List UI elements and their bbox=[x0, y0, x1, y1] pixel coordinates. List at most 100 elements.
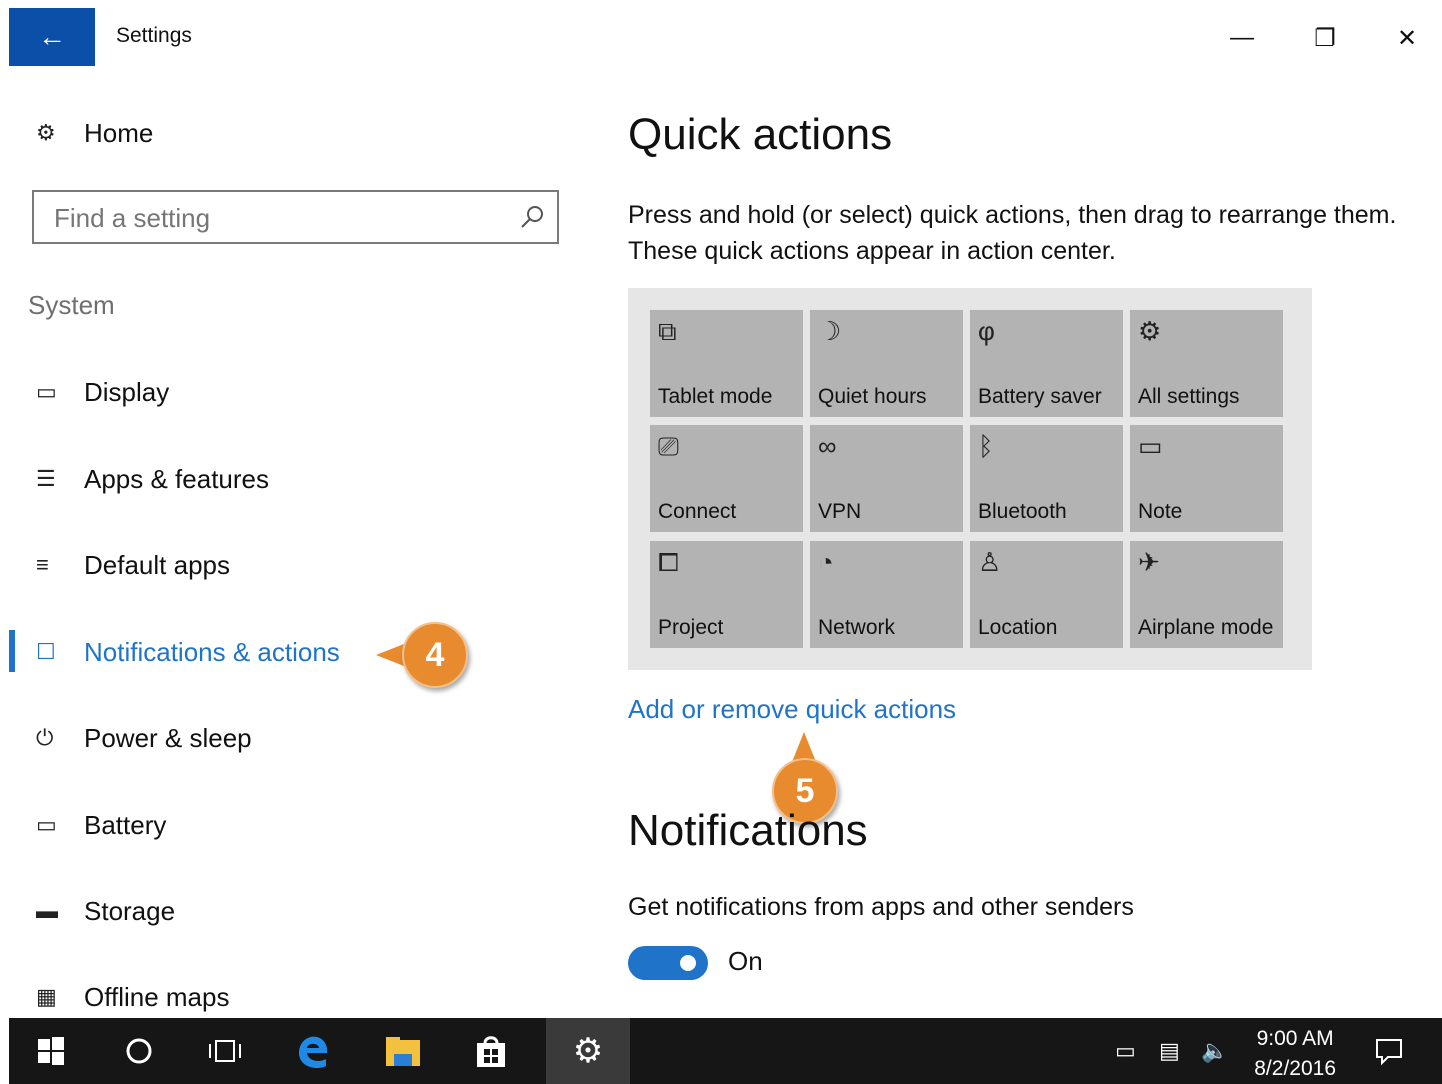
quick-action-tile[interactable]: ⧠ Project bbox=[650, 541, 803, 648]
search-input[interactable] bbox=[52, 200, 496, 236]
sidebar-item-label: Power & sleep bbox=[84, 722, 252, 753]
clock-time: 9:00 AM bbox=[1256, 1027, 1334, 1050]
list-icon: ☰ bbox=[36, 466, 56, 491]
location-icon: ♙ bbox=[978, 547, 1002, 577]
tile-label: Network bbox=[818, 616, 896, 639]
sidebar-item-default-apps[interactable]: ≡ Default apps bbox=[28, 540, 230, 590]
leaf-icon: φ bbox=[978, 316, 995, 346]
back-arrow-icon: ← bbox=[38, 21, 66, 52]
storage-icon: ▬ bbox=[36, 898, 58, 923]
close-icon: ✕ bbox=[1396, 24, 1418, 52]
gear-icon: ⚙ bbox=[1138, 316, 1162, 346]
restore-icon: ❐ bbox=[1314, 24, 1336, 52]
action-center-button[interactable] bbox=[1349, 1018, 1429, 1084]
bluetooth-icon: ᛒ bbox=[978, 431, 994, 461]
clock[interactable]: 9:00 AM 8/2/2016 bbox=[1254, 1024, 1336, 1084]
home-link[interactable]: ⚙ Home bbox=[28, 108, 153, 158]
store-button[interactable] bbox=[449, 1018, 533, 1084]
restore-button[interactable]: ❐ bbox=[1305, 20, 1345, 56]
sidebar-item-label: Storage bbox=[84, 895, 176, 926]
moon-icon: ☽ bbox=[818, 316, 842, 346]
windows-logo-icon bbox=[38, 1037, 64, 1065]
battery-icon: ▭ bbox=[36, 812, 57, 837]
close-button[interactable]: ✕ bbox=[1387, 20, 1427, 56]
section-label: System bbox=[28, 290, 115, 320]
battery-tray-icon[interactable]: ▭ bbox=[1115, 1038, 1136, 1064]
quick-actions-description: Press and hold (or select) quick actions… bbox=[628, 201, 1397, 265]
tile-label: All settings bbox=[1138, 385, 1240, 408]
quick-action-tile[interactable]: ◔ Network bbox=[810, 541, 963, 648]
notifications-description: Get notifications from apps and other se… bbox=[628, 893, 1134, 921]
network-tray-icon[interactable]: ▤ bbox=[1159, 1038, 1180, 1064]
sidebar-item-offline-maps[interactable]: ▦ Offline maps bbox=[28, 972, 229, 1022]
quick-action-tile[interactable]: ✈ Airplane mode bbox=[1130, 541, 1283, 648]
quick-action-tile[interactable]: ⎚ Connect bbox=[650, 425, 803, 532]
sidebar-item-notifications-actions[interactable]: ☐ Notifications & actions bbox=[28, 627, 340, 677]
sidebar-item-label: Display bbox=[84, 376, 170, 407]
quick-action-tile[interactable]: ⧉ Tablet mode bbox=[650, 310, 803, 417]
sidebar-item-label: Offline maps bbox=[84, 981, 230, 1012]
start-button[interactable] bbox=[9, 1018, 93, 1084]
minimize-button[interactable]: — bbox=[1222, 20, 1262, 56]
sidebar-item-storage[interactable]: ▬ Storage bbox=[28, 886, 175, 936]
note-icon: ▭ bbox=[1138, 431, 1163, 461]
edge-icon bbox=[299, 1036, 328, 1069]
toggle-knob bbox=[680, 955, 696, 971]
sidebar-item-label: Battery bbox=[84, 809, 167, 840]
callout-pointer bbox=[376, 644, 404, 666]
tile-label: Airplane mode bbox=[1138, 616, 1274, 639]
folder-icon bbox=[386, 1037, 420, 1066]
tile-label: VPN bbox=[818, 500, 862, 523]
edge-button[interactable] bbox=[271, 1018, 355, 1084]
tile-label: Note bbox=[1138, 500, 1183, 523]
sidebar-item-display[interactable]: ▭ Display bbox=[28, 367, 169, 417]
sidebar-item-label: Default apps bbox=[84, 549, 230, 580]
cortana-button[interactable] bbox=[97, 1018, 181, 1084]
home-label: Home bbox=[84, 117, 154, 148]
sidebar-item-power-sleep[interactable]: ⏻ Power & sleep bbox=[28, 713, 252, 763]
tile-label: Battery saver bbox=[978, 385, 1102, 408]
network-icon: ◔ bbox=[818, 547, 834, 577]
quick-action-tile[interactable]: ᛒ Bluetooth bbox=[970, 425, 1123, 532]
search-icon[interactable] bbox=[519, 204, 545, 230]
add-remove-quick-actions-link[interactable]: Add or remove quick actions bbox=[628, 694, 956, 725]
tablet-mode-icon: ⧉ bbox=[658, 316, 677, 346]
sidebar-item-battery[interactable]: ▭ Battery bbox=[28, 800, 166, 850]
window-title: Settings bbox=[116, 24, 192, 47]
monitor-icon: ▭ bbox=[36, 379, 57, 404]
connect-icon: ⎚ bbox=[658, 431, 679, 461]
sidebar-item-apps-features[interactable]: ☰ Apps & features bbox=[28, 454, 269, 504]
task-view-icon bbox=[209, 1040, 241, 1062]
quick-action-tile[interactable]: ▭ Note bbox=[1130, 425, 1283, 532]
quick-action-tile[interactable]: ♙ Location bbox=[970, 541, 1123, 648]
file-explorer-button[interactable] bbox=[361, 1018, 445, 1084]
sidebar-item-label: Apps & features bbox=[84, 463, 269, 494]
vpn-icon: ∞ bbox=[818, 431, 837, 461]
search-box[interactable] bbox=[32, 190, 559, 244]
back-button[interactable]: ← bbox=[9, 8, 95, 66]
quick-action-tile[interactable]: ☽ Quiet hours bbox=[810, 310, 963, 417]
map-icon: ▦ bbox=[36, 984, 57, 1009]
taskbar: ⚙ ▭ ▤ 🔈 9:00 AM 8/2/2016 bbox=[9, 1018, 1442, 1084]
sidebar-item-label: Notifications & actions bbox=[84, 636, 340, 667]
callout-step-4: 4 bbox=[402, 622, 468, 688]
toggle-state-label: On bbox=[728, 946, 763, 976]
cortana-icon bbox=[126, 1038, 152, 1064]
quick-action-tile[interactable]: ⚙ All settings bbox=[1130, 310, 1283, 417]
tile-label: Project bbox=[658, 616, 724, 639]
quick-action-tile[interactable]: ∞ VPN bbox=[810, 425, 963, 532]
section-title: Notifications bbox=[628, 806, 868, 855]
task-view-button[interactable] bbox=[183, 1018, 267, 1084]
notification-icon: ☐ bbox=[36, 639, 56, 664]
tile-label: Location bbox=[978, 616, 1058, 639]
project-icon: ⧠ bbox=[658, 547, 679, 577]
quick-action-tile[interactable]: φ Battery saver bbox=[970, 310, 1123, 417]
quick-actions-panel: ⧉ Tablet mode ☽ Quiet hours φ Battery sa… bbox=[628, 288, 1312, 670]
action-center-icon bbox=[1376, 1039, 1402, 1066]
minimize-icon: — bbox=[1230, 24, 1254, 51]
airplane-icon: ✈ bbox=[1138, 547, 1160, 577]
volume-icon[interactable]: 🔈 bbox=[1201, 1038, 1228, 1064]
settings-taskbar-button[interactable]: ⚙ bbox=[546, 1018, 630, 1084]
notifications-toggle[interactable] bbox=[628, 946, 708, 980]
gear-icon: ⚙ bbox=[572, 1032, 604, 1070]
